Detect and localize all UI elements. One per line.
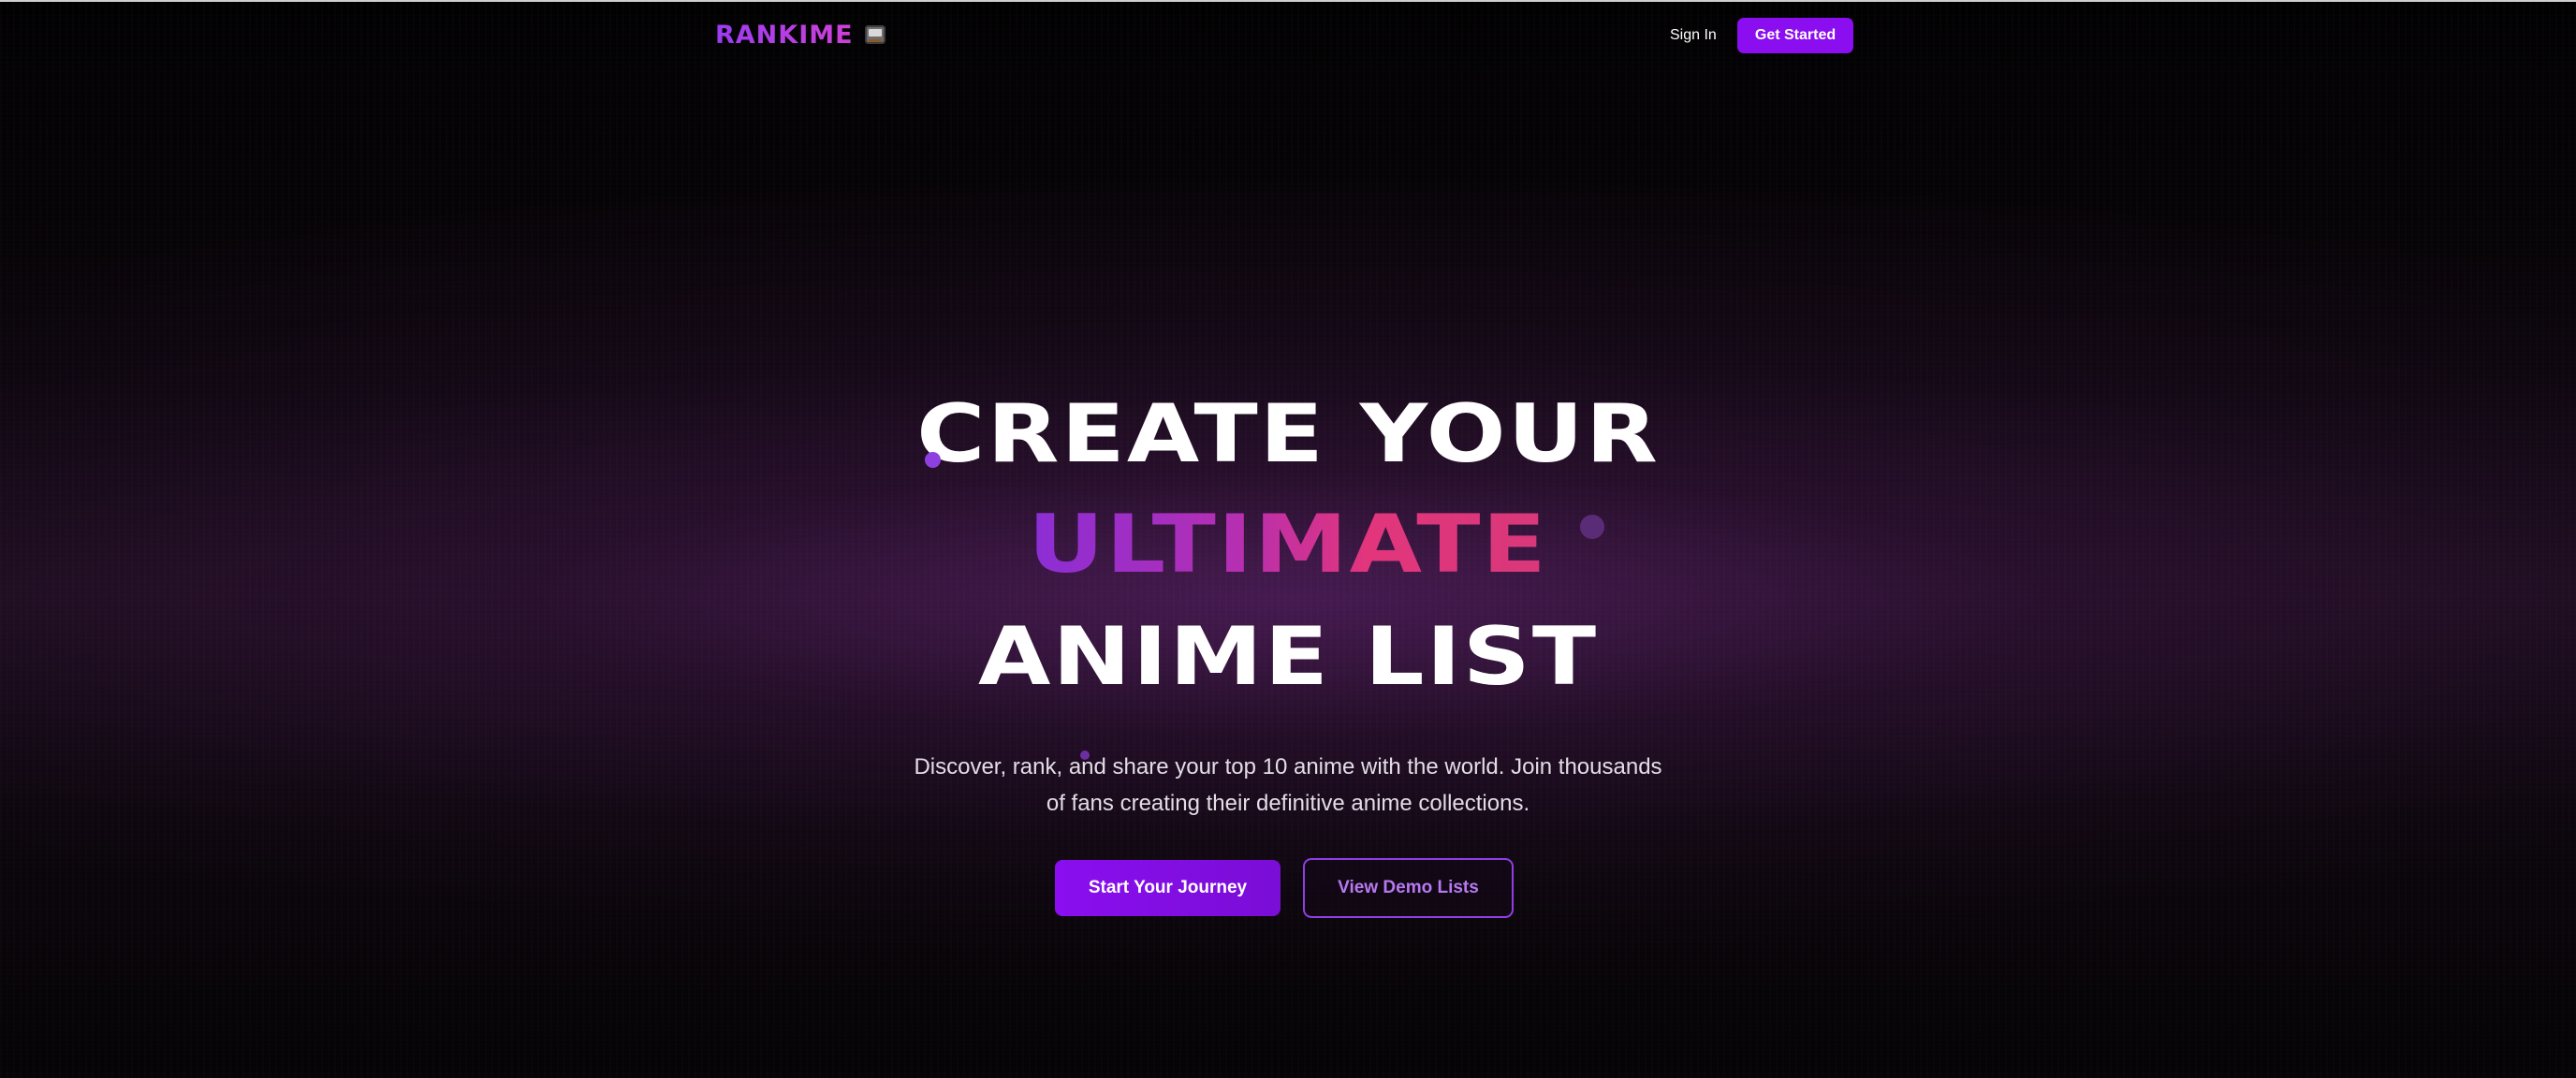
headline-line-3: ANIME LIST: [977, 609, 1599, 704]
hero-subtitle: Discover, rank, and share your top 10 an…: [914, 754, 1662, 816]
hero-section: CREATE YOUR ULTIMATE ANIME LIST Discover…: [0, 2, 2576, 1078]
headline-line-1: CREATE YOUR: [916, 386, 1660, 481]
decorative-dot: [1580, 515, 1604, 539]
view-demo-lists-button[interactable]: View Demo Lists: [1303, 858, 1514, 918]
headline-line-2: ULTIMATE: [1026, 504, 1550, 585]
landing-page: RANKIME Sign In Get Started CREATE YOUR …: [0, 0, 2576, 1078]
start-journey-button[interactable]: Start Your Journey: [1055, 860, 1281, 916]
